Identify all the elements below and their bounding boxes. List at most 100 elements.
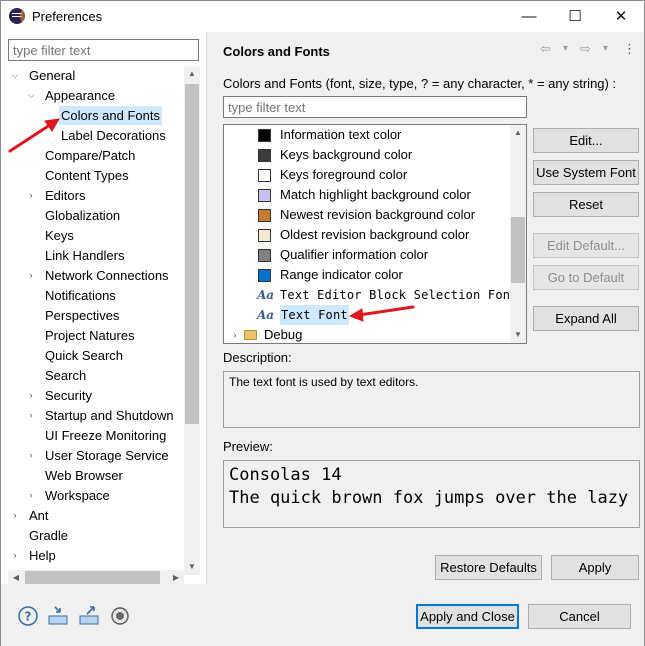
scroll-down-icon[interactable]: ▼ (510, 327, 526, 343)
reset-button[interactable]: Reset (533, 192, 639, 217)
forward-menu-icon[interactable]: ▾ (603, 43, 608, 54)
tree-item-label-decorations[interactable]: Label Decorations (1, 126, 184, 145)
chevron-right-icon[interactable]: › (26, 266, 36, 285)
preferences-window: Preferences — ☐ ✕ ⌵ General ⌵ Appearance Col… (0, 0, 645, 646)
scroll-thumb[interactable] (185, 84, 199, 424)
cancel-button[interactable]: Cancel (528, 604, 631, 629)
color-swatch-icon (258, 229, 271, 242)
scroll-down-icon[interactable]: ▼ (184, 559, 200, 575)
color-swatch-icon (258, 189, 271, 202)
chevron-right-icon[interactable]: › (26, 486, 36, 505)
chevron-down-icon[interactable]: ⌵ (10, 66, 20, 85)
tree-label: Startup and Shutdown (45, 408, 174, 423)
tree-label: Newest revision background color (280, 207, 476, 222)
tree-item-colors-and-fonts[interactable]: Colors and Fonts (1, 106, 184, 125)
apply-button[interactable]: Apply (551, 555, 639, 580)
minimize-button[interactable]: — (506, 1, 552, 32)
tree-item-workspace[interactable]: › Workspace (1, 486, 184, 505)
color-swatch-icon (258, 249, 271, 262)
back-icon[interactable]: ⇦ (540, 41, 551, 57)
tree-label: Workspace (45, 488, 110, 503)
close-button[interactable]: ✕ (598, 1, 644, 32)
left-filter-input[interactable] (9, 40, 198, 60)
colors-fonts-tree: Information text color Keys background co… (223, 124, 527, 344)
tree-item-gradle[interactable]: Gradle (1, 526, 184, 545)
scroll-up-icon[interactable]: ▲ (510, 125, 526, 141)
tree-label: Keys (45, 228, 74, 243)
color-swatch-icon (258, 169, 271, 182)
tree-label: Globalization (45, 208, 121, 223)
back-menu-icon[interactable]: ▾ (563, 43, 568, 54)
tree-item-network-connections[interactable]: › Network Connections (1, 266, 184, 285)
edit-button[interactable]: Edit... (533, 128, 639, 153)
chevron-right-icon[interactable]: › (26, 386, 36, 405)
use-system-font-button[interactable]: Use System Font (533, 160, 639, 185)
tree-item-ant[interactable]: › Ant (1, 506, 184, 525)
tree-item-project-natures[interactable]: Project Natures (1, 326, 184, 345)
tree-item-ui-freeze-monitoring[interactable]: UI Freeze Monitoring (1, 426, 184, 445)
tree-item-search[interactable]: Search (1, 366, 184, 385)
tree-item-quick-search[interactable]: Quick Search (1, 346, 184, 365)
right-filter-field[interactable] (223, 96, 527, 118)
preference-tree-panel: ⌵ General ⌵ Appearance Colors and Fonts Label… (1, 32, 207, 586)
forward-icon[interactable]: ⇨ (580, 41, 591, 57)
tree-item-editors[interactable]: › Editors (1, 186, 184, 205)
filter-description: Colors and Fonts (font, size, type, ? = … (223, 76, 617, 91)
tree-item-general[interactable]: ⌵ General (1, 66, 184, 85)
tree-item-user-storage-service[interactable]: › User Storage Service (1, 446, 184, 465)
colors-vertical-scrollbar[interactable]: ▲ ▼ (510, 125, 526, 343)
tree-item-content-types[interactable]: Content Types (1, 166, 184, 185)
tree-item-compare-patch[interactable]: Compare/Patch (1, 146, 184, 165)
svg-text:?: ? (25, 610, 32, 624)
description-box: The text font is used by text editors. (223, 371, 640, 428)
page-title: Colors and Fonts (223, 44, 330, 59)
description-text: The text font is used by text editors. (229, 375, 419, 389)
tree-label: Compare/Patch (45, 148, 136, 163)
tree-label: Qualifier information color (280, 247, 429, 262)
chevron-down-icon[interactable]: ⌵ (26, 86, 36, 105)
tree-item-link-handlers[interactable]: Link Handlers (1, 246, 184, 265)
preview-box: Consolas 14 The quick brown fox jumps ov… (223, 460, 640, 528)
tree-item-web-browser[interactable]: Web Browser (1, 466, 184, 485)
chevron-right-icon[interactable]: › (26, 186, 36, 205)
tree-item-perspectives[interactable]: Perspectives (1, 306, 184, 325)
left-vertical-scrollbar[interactable]: ▲ ▼ (184, 66, 200, 575)
import-icon[interactable] (47, 605, 69, 627)
chevron-right-icon[interactable]: › (10, 546, 20, 565)
chevron-right-icon[interactable]: › (10, 506, 20, 525)
chevron-right-icon[interactable]: › (26, 406, 36, 425)
chevron-right-icon[interactable]: › (26, 446, 36, 465)
scroll-up-icon[interactable]: ▲ (184, 66, 200, 82)
go-to-default-button[interactable]: Go to Default (533, 265, 639, 290)
right-filter-input[interactable] (224, 97, 526, 117)
bottom-bar: ? Apply and Close Cancel (1, 584, 644, 646)
tree-item-appearance[interactable]: ⌵ Appearance (1, 86, 184, 105)
scroll-thumb[interactable] (25, 571, 160, 585)
tree-label: Web Browser (45, 468, 123, 483)
maximize-button[interactable]: ☐ (552, 1, 598, 32)
tree-item-globalization[interactable]: Globalization (1, 206, 184, 225)
tree-label: Perspectives (45, 308, 120, 323)
record-icon[interactable] (109, 605, 131, 627)
restore-defaults-button[interactable]: Restore Defaults (435, 555, 542, 580)
chevron-right-icon[interactable]: › (230, 325, 240, 343)
window-title: Preferences (32, 9, 103, 24)
expand-all-button[interactable]: Expand All (533, 306, 639, 331)
tree-item-startup-and-shutdown[interactable]: › Startup and Shutdown (1, 406, 184, 425)
tree-label: Security (45, 388, 92, 403)
tree-label: Project Natures (45, 328, 135, 343)
tree-label: Debug (264, 327, 303, 342)
tree-label: Text Editor Block Selection Font (280, 288, 518, 302)
edit-default-button[interactable]: Edit Default... (533, 233, 639, 258)
tree-item-help[interactable]: › Help (1, 546, 184, 565)
apply-and-close-button[interactable]: Apply and Close (416, 604, 519, 629)
scroll-thumb[interactable] (511, 217, 525, 283)
help-icon[interactable]: ? (17, 605, 39, 627)
tree-item-security[interactable]: › Security (1, 386, 184, 405)
export-icon[interactable] (78, 605, 100, 627)
left-filter-field[interactable] (8, 39, 199, 61)
tree-item-keys[interactable]: Keys (1, 226, 184, 245)
tree-label: General (29, 68, 76, 83)
view-menu-icon[interactable]: ⋮ (623, 41, 636, 57)
tree-item-notifications[interactable]: Notifications (1, 286, 184, 305)
